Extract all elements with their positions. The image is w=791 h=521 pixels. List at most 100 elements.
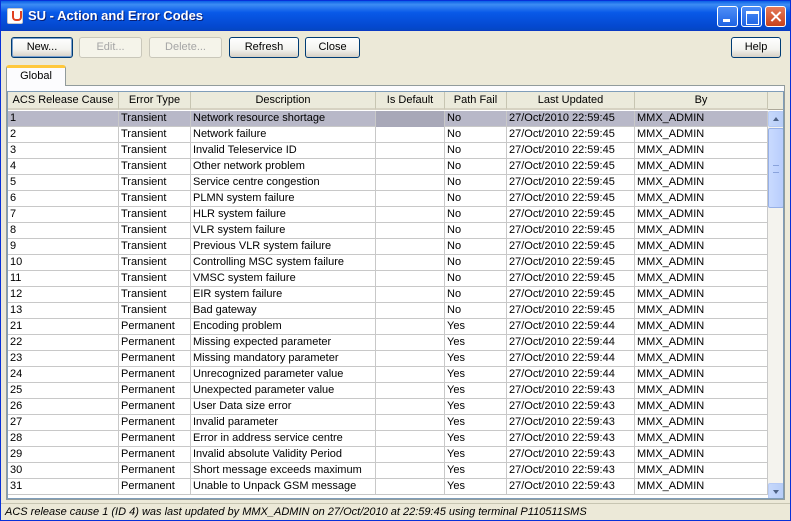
table-cell: Previous VLR system failure xyxy=(191,239,376,255)
table-row[interactable]: 28 Permanent Error in address service cent… xyxy=(8,431,768,447)
column-header[interactable]: Description xyxy=(191,92,376,110)
table-row[interactable]: 3 Transient Invalid Teleservice ID No 27/Oct… xyxy=(8,143,768,159)
table-row[interactable]: 13 Transient Bad gateway No 27/Oct/2010 22:5… xyxy=(8,303,768,319)
column-header[interactable]: Last Updated xyxy=(507,92,635,110)
table-cell xyxy=(376,447,445,463)
table-row[interactable]: 27 Permanent Invalid parameter Yes 27/Oct/20… xyxy=(8,415,768,431)
table-row[interactable]: 10 Transient Controlling MSC system failur… xyxy=(8,255,768,271)
table-row[interactable]: 26 Permanent User Data size error Yes 27/Oct… xyxy=(8,399,768,415)
table-cell: 27/Oct/2010 22:59:43 xyxy=(507,431,635,447)
scroll-down-icon[interactable] xyxy=(768,483,783,498)
table-cell xyxy=(376,111,445,127)
table-cell: 4 xyxy=(8,159,119,175)
table-row[interactable]: 1 Transient Network resource shortage No 27/… xyxy=(8,111,768,127)
tab-strip: Global xyxy=(6,65,785,87)
table-row[interactable]: 5 Transient Service centre congestion No 27/… xyxy=(8,175,768,191)
table-cell: Yes xyxy=(445,319,507,335)
table-row[interactable]: 2 Transient Network failure No 27/Oct/2010 2… xyxy=(8,127,768,143)
close-button[interactable]: Close xyxy=(305,37,360,58)
table-cell: No xyxy=(445,127,507,143)
table-cell: Transient xyxy=(119,303,191,319)
title-bar[interactable]: SU - Action and Error Codes xyxy=(1,1,790,31)
table-cell: Bad gateway xyxy=(191,303,376,319)
table-cell: 27/Oct/2010 22:59:45 xyxy=(507,127,635,143)
table-cell: 7 xyxy=(8,207,119,223)
column-header[interactable]: By xyxy=(635,92,768,110)
table-row[interactable]: 21 Permanent Encoding problem Yes 27/Oct/201… xyxy=(8,319,768,335)
scroll-up-icon[interactable] xyxy=(768,111,783,127)
table-body: 1 Transient Network resource shortage No 27/… xyxy=(8,111,768,498)
refresh-button[interactable]: Refresh xyxy=(229,37,299,58)
table-cell: MMX_ADMIN xyxy=(635,127,768,143)
table-cell: HLR system failure xyxy=(191,207,376,223)
table-row[interactable]: 29 Permanent Invalid absolute Validity Per… xyxy=(8,447,768,463)
table-row[interactable]: 6 Transient PLMN system failure No 27/Oct/20… xyxy=(8,191,768,207)
table-cell xyxy=(376,303,445,319)
tab-global[interactable]: Global xyxy=(6,65,66,87)
table-cell: 27/Oct/2010 22:59:44 xyxy=(507,319,635,335)
column-header[interactable]: ACS Release Cause xyxy=(8,92,119,110)
maximize-icon[interactable] xyxy=(741,6,762,27)
table-cell: MMX_ADMIN xyxy=(635,159,768,175)
table-cell: 27/Oct/2010 22:59:45 xyxy=(507,255,635,271)
table-cell: MMX_ADMIN xyxy=(635,175,768,191)
table-cell xyxy=(376,335,445,351)
table-cell: MMX_ADMIN xyxy=(635,207,768,223)
table-cell: Transient xyxy=(119,175,191,191)
table-row[interactable]: 7 Transient HLR system failure No 27/Oct/201… xyxy=(8,207,768,223)
close-icon[interactable] xyxy=(765,6,786,27)
table-cell: 6 xyxy=(8,191,119,207)
table-cell: MMX_ADMIN xyxy=(635,479,768,495)
table-row[interactable]: 8 Transient VLR system failure No 27/Oct/201… xyxy=(8,223,768,239)
table-cell xyxy=(376,255,445,271)
table-row[interactable]: 31 Permanent Unable to Unpack GSM message Y… xyxy=(8,479,768,495)
table-cell xyxy=(376,271,445,287)
table-row[interactable]: 12 Transient EIR system failure No 27/Oct/20… xyxy=(8,287,768,303)
vertical-scrollbar[interactable] xyxy=(768,111,783,498)
table-cell xyxy=(376,175,445,191)
column-header[interactable]: Path Fail xyxy=(445,92,507,110)
table-cell: 27/Oct/2010 22:59:43 xyxy=(507,415,635,431)
table-cell: Permanent xyxy=(119,319,191,335)
table-cell: Permanent xyxy=(119,383,191,399)
table-cell xyxy=(376,223,445,239)
table-cell: Yes xyxy=(445,479,507,495)
table-row[interactable]: 22 Permanent Missing expected parameter Yes… xyxy=(8,335,768,351)
table-cell: Transient xyxy=(119,143,191,159)
table-cell: Permanent xyxy=(119,335,191,351)
column-header[interactable]: Is Default xyxy=(376,92,445,110)
table-row[interactable]: 30 Permanent Short message exceeds maximum… xyxy=(8,463,768,479)
table-cell: No xyxy=(445,287,507,303)
table-cell: Transient xyxy=(119,159,191,175)
minimize-icon[interactable] xyxy=(717,6,738,27)
table-row[interactable]: 4 Transient Other network problem No 27/Oct/… xyxy=(8,159,768,175)
edit-button[interactable]: Edit... xyxy=(79,37,142,58)
table-cell xyxy=(376,239,445,255)
table-cell: Permanent xyxy=(119,463,191,479)
table-row[interactable]: 9 Transient Previous VLR system failure No 2… xyxy=(8,239,768,255)
table-cell: 5 xyxy=(8,175,119,191)
table-cell xyxy=(376,287,445,303)
table-cell: 27/Oct/2010 22:59:45 xyxy=(507,223,635,239)
table-row[interactable]: 25 Permanent Unexpected parameter value Yes… xyxy=(8,383,768,399)
table-row[interactable]: 23 Permanent Missing mandatory parameter Ye… xyxy=(8,351,768,367)
table-cell: 21 xyxy=(8,319,119,335)
scroll-thumb[interactable] xyxy=(768,128,783,208)
table-row[interactable]: 24 Permanent Unrecognized parameter value Y… xyxy=(8,367,768,383)
column-header[interactable]: Error Type xyxy=(119,92,191,110)
delete-button[interactable]: Delete... xyxy=(149,37,222,58)
table-cell: Short message exceeds maximum xyxy=(191,463,376,479)
table-cell xyxy=(376,399,445,415)
table-cell xyxy=(376,367,445,383)
help-button[interactable]: Help xyxy=(731,37,781,58)
table-header: ACS Release Cause Error Type Description… xyxy=(8,92,783,110)
table-cell: 27/Oct/2010 22:59:45 xyxy=(507,111,635,127)
table-cell: 27/Oct/2010 22:59:43 xyxy=(507,399,635,415)
table-cell: Transient xyxy=(119,191,191,207)
table-row[interactable]: 11 Transient VMSC system failure No 27/Oct/2… xyxy=(8,271,768,287)
table-cell: 27/Oct/2010 22:59:43 xyxy=(507,383,635,399)
table-cell: MMX_ADMIN xyxy=(635,367,768,383)
table-cell: Missing expected parameter xyxy=(191,335,376,351)
table-cell: Unexpected parameter value xyxy=(191,383,376,399)
new-button[interactable]: New... xyxy=(11,37,73,58)
